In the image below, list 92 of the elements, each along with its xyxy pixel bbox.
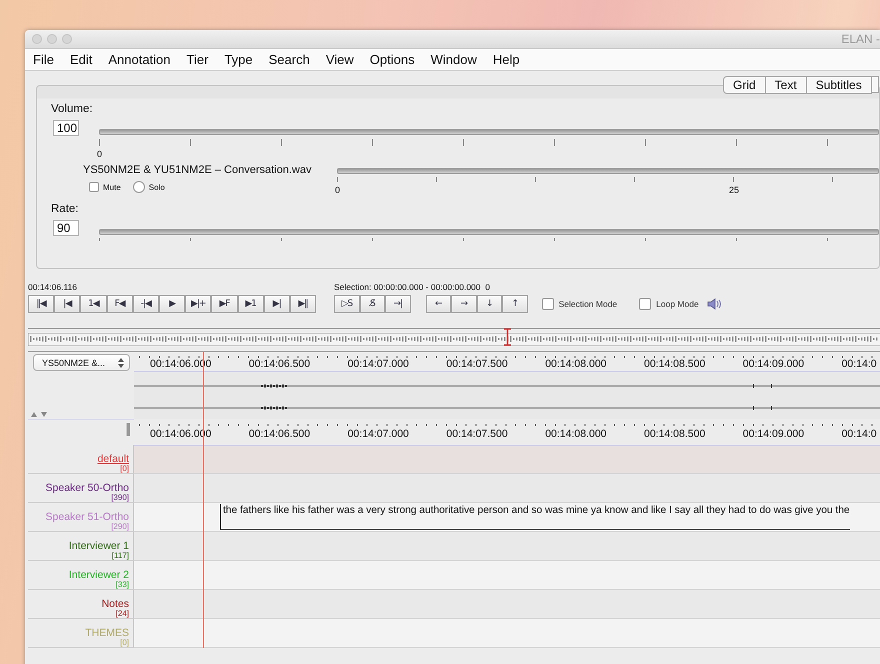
rate-label: Rate: bbox=[51, 203, 80, 217]
slider-track[interactable] bbox=[99, 129, 879, 135]
ruler-label: 00:14:09.000 bbox=[742, 358, 806, 370]
tier-name: default bbox=[97, 454, 129, 465]
solo-label: Solo bbox=[148, 182, 165, 192]
ruler-label: 00:14:08.500 bbox=[644, 358, 706, 370]
mode-label: Loop Mode bbox=[656, 299, 699, 309]
selection-time: Selection: 00:00:00.000 - 00:00:00.000 0 bbox=[334, 282, 490, 292]
tier-track[interactable]: the fathers like his father was a very strong authoritative person and so was mine ya know and like I say all they had to do was give you the bbox=[134, 503, 880, 531]
mode-checkbox[interactable] bbox=[542, 298, 554, 310]
menu-item[interactable]: Annotation bbox=[100, 52, 179, 67]
volume-field[interactable]: 100 bbox=[53, 120, 79, 136]
ruler-label: 00:14:07.000 bbox=[348, 358, 410, 370]
speaker-icon bbox=[706, 297, 721, 311]
player-button[interactable]: -|◀ bbox=[132, 295, 159, 313]
annotation[interactable]: the fathers like his father was a very strong authoritative person and so was mine ya know and like I say all they had to do was give you the bbox=[220, 504, 850, 530]
view-tab[interactable]: Subtitles bbox=[806, 76, 872, 94]
player-button[interactable]: →| bbox=[385, 295, 411, 313]
tier-track[interactable] bbox=[134, 619, 880, 647]
mode-label: Selection Mode bbox=[558, 299, 618, 309]
tier-name: Interviewer 2 bbox=[68, 570, 129, 581]
view-tab[interactable]: Text bbox=[766, 76, 807, 94]
slider-track[interactable] bbox=[337, 168, 879, 174]
player-button[interactable]: S̸ bbox=[360, 295, 386, 313]
player-button[interactable]: F◀ bbox=[106, 295, 133, 313]
file-name: YS50NM2E & YU51NM2E – Conversation.wav bbox=[83, 164, 312, 176]
tier-name: Notes bbox=[102, 599, 129, 610]
ruler-label: 00:14:09.000 bbox=[742, 428, 806, 440]
tier-track[interactable] bbox=[134, 445, 880, 473]
annotation-count: [0] bbox=[120, 465, 129, 473]
annotation-count: [24] bbox=[116, 610, 129, 618]
player-button[interactable]: ▶F bbox=[211, 295, 238, 313]
ruler-label: 00:14:06.500 bbox=[248, 428, 312, 440]
menu-item[interactable]: Options bbox=[362, 52, 423, 67]
player-button[interactable]: ↑ bbox=[502, 295, 528, 313]
annotation-count: [0] bbox=[120, 639, 129, 647]
menu-item[interactable]: View bbox=[318, 52, 362, 67]
annotation-count: [290] bbox=[111, 523, 129, 531]
player-button[interactable]: ← bbox=[426, 295, 452, 313]
ruler-label: 00:14:06.500 bbox=[248, 358, 312, 370]
player-button[interactable]: ▷S bbox=[334, 295, 360, 313]
ruler-label: 00:14:08.500 bbox=[644, 428, 706, 440]
stepper-icon bbox=[118, 358, 124, 368]
mute-checkbox[interactable] bbox=[89, 182, 99, 192]
player-button[interactable]: → bbox=[451, 295, 477, 313]
annotation-count: [390] bbox=[111, 494, 129, 502]
playhead-marker bbox=[503, 328, 512, 346]
tier-dropdown[interactable]: YS50NM2E &... bbox=[33, 354, 130, 371]
player-button[interactable]: ▶‖ bbox=[290, 295, 316, 313]
mute-label: Mute bbox=[103, 182, 121, 192]
player-button[interactable]: ▶| bbox=[264, 295, 290, 313]
menu-item[interactable]: Window bbox=[422, 52, 485, 67]
menu-item[interactable]: Search bbox=[260, 52, 318, 67]
ruler-label: 00:14:0 bbox=[842, 428, 877, 440]
tier-name: Interviewer 1 bbox=[68, 541, 129, 552]
rate-field[interactable]: 90 bbox=[53, 220, 79, 236]
tier-name: THEMES bbox=[85, 628, 129, 639]
player-button[interactable]: ↓ bbox=[476, 295, 502, 313]
annotation-count: [117] bbox=[112, 552, 129, 560]
splitter-handle[interactable] bbox=[126, 423, 130, 436]
ruler-label: 00:14:07.500 bbox=[446, 428, 509, 440]
tick-label: 0 bbox=[97, 149, 102, 159]
annotation-count: [33] bbox=[116, 581, 129, 589]
player-button[interactable]: ▶|+ bbox=[185, 295, 212, 313]
menu-item[interactable]: File bbox=[25, 52, 62, 67]
menu-item[interactable]: Edit bbox=[62, 52, 100, 67]
ruler-label: 00:14:08.000 bbox=[545, 428, 608, 440]
mode-checkbox[interactable] bbox=[639, 298, 652, 310]
ruler-label: 00:14:08.000 bbox=[545, 358, 608, 370]
player-button[interactable]: 1◀ bbox=[80, 295, 107, 313]
solo-radio[interactable] bbox=[132, 181, 145, 193]
player-button[interactable]: ▶1 bbox=[238, 295, 264, 313]
sort-arrows-icon bbox=[31, 411, 49, 417]
ruler-label: 00:14:0 bbox=[842, 358, 877, 370]
tick-label: 0 bbox=[335, 185, 340, 195]
volume-label: Volume: bbox=[51, 103, 94, 117]
player-button[interactable]: ▶ bbox=[158, 295, 186, 313]
tier-name: Speaker 51-Ortho bbox=[46, 512, 129, 523]
tier-name: Speaker 50-Ortho bbox=[46, 483, 129, 494]
window-title: ELAN - bbox=[841, 32, 880, 46]
menu-item[interactable]: Type bbox=[216, 52, 261, 67]
player-button[interactable]: ‖◀ bbox=[28, 295, 54, 313]
player-button[interactable]: |◀ bbox=[54, 295, 80, 313]
current-time: 00:14:06.116 bbox=[28, 282, 78, 292]
menu-item[interactable]: Tier bbox=[178, 52, 216, 67]
tier-track[interactable] bbox=[134, 561, 880, 589]
tick-label: 25 bbox=[729, 185, 740, 195]
view-tab[interactable]: Grid bbox=[723, 76, 766, 94]
ruler-label: 00:14:07.500 bbox=[446, 358, 509, 370]
slider-track[interactable] bbox=[99, 229, 879, 235]
menu-item[interactable]: Help bbox=[484, 52, 528, 67]
ruler-label: 00:14:07.000 bbox=[348, 428, 410, 440]
